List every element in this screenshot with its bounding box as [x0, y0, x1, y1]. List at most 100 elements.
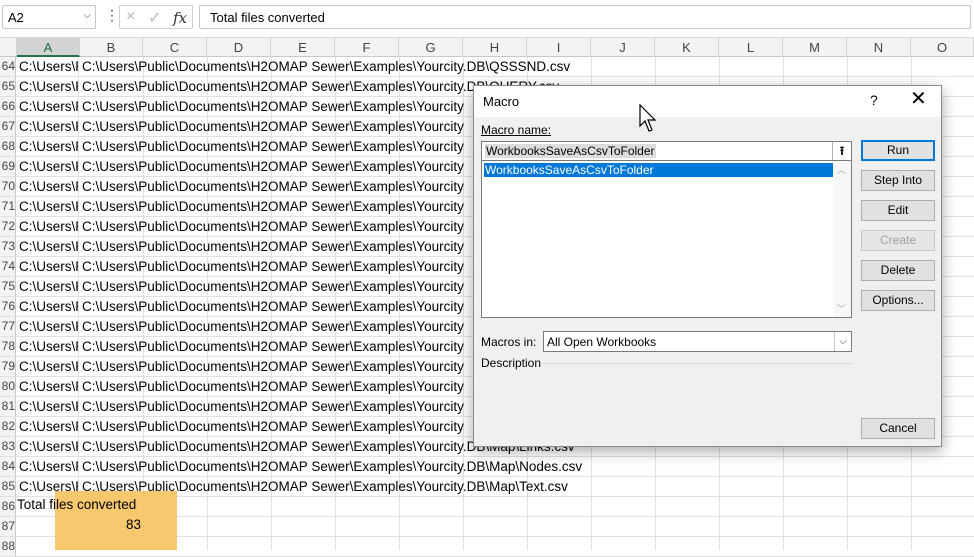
macros-in-value: All Open Workbooks — [547, 335, 657, 349]
cell-a[interactable]: C:\Users\Public\Documents — [17, 377, 79, 396]
row-header[interactable]: 66 — [0, 97, 16, 116]
list-item[interactable]: WorkbooksSaveAsCsvToFolder — [484, 163, 833, 177]
row-header[interactable]: 83 — [0, 437, 16, 456]
macros-in-select[interactable]: All Open Workbooks ⌵ — [543, 331, 852, 352]
close-icon[interactable]: ✕ — [910, 89, 927, 109]
cell-a[interactable]: C:\Users\Public\Documents — [17, 237, 79, 256]
column-header-j[interactable]: J — [591, 38, 655, 57]
chevron-down-icon[interactable]: ⌵ — [83, 10, 91, 21]
row-header[interactable]: 79 — [0, 357, 16, 376]
column-header-h[interactable]: H — [463, 38, 527, 57]
column-header-l[interactable]: L — [719, 38, 783, 57]
insert-function-icon[interactable]: fx — [173, 9, 187, 27]
cell-a[interactable]: C:\Users\Public\Documents — [17, 357, 79, 376]
cell-a[interactable]: C:\Users\Public\Documents — [17, 337, 79, 356]
confirm-icon[interactable]: ✓ — [148, 8, 161, 28]
cell-a[interactable]: C:\Users\Public\Documents — [17, 177, 79, 196]
row-header[interactable]: 69 — [0, 157, 16, 176]
name-box[interactable]: A2 ⌵ — [2, 5, 96, 29]
cell-a[interactable]: C:\Users\Public\Documents — [17, 57, 79, 76]
row-header[interactable]: 80 — [0, 377, 16, 396]
column-header-m[interactable]: M — [783, 38, 847, 57]
row-header[interactable]: 88 — [0, 537, 16, 556]
cell-a[interactable]: C:\Users\Public\Documents — [17, 117, 79, 136]
total-files-value-cell[interactable]: 83 — [80, 517, 141, 532]
cell-a[interactable]: C:\Users\Public\Documents — [17, 197, 79, 216]
collapse-arrow-icon[interactable]: ⭱ — [832, 142, 851, 160]
step-into-button[interactable]: Step Into — [861, 170, 935, 191]
cell-a[interactable]: C:\Users\Public\Documents — [17, 97, 79, 116]
chevron-down-icon[interactable]: ⌵ — [834, 332, 851, 351]
formula-input[interactable]: Total files converted — [199, 5, 971, 29]
column-header-n[interactable]: N — [847, 38, 911, 57]
macro-name-input[interactable]: WorkbooksSaveAsCsvToFolder ⭱ — [481, 141, 852, 161]
scroll-up-icon[interactable]: ︿ — [837, 163, 846, 176]
delete-button[interactable]: Delete — [861, 260, 935, 281]
column-header-f[interactable]: F — [335, 38, 399, 57]
row-header[interactable]: 64 — [0, 57, 16, 76]
cancel-button[interactable]: Cancel — [861, 418, 935, 439]
options-button[interactable]: Options... — [861, 290, 935, 311]
row-header[interactable]: 76 — [0, 297, 16, 316]
column-header-g[interactable]: G — [399, 38, 463, 57]
macro-name-label: Macro name: — [481, 123, 551, 137]
cell-b[interactable]: C:\Users\Public\Documents\H2OMAP Sewer\E… — [80, 457, 974, 476]
row-header[interactable]: 68 — [0, 137, 16, 156]
column-header-k[interactable]: K — [655, 38, 719, 57]
cell-a[interactable]: C:\Users\Public\Documents — [17, 437, 79, 456]
row-header[interactable]: 65 — [0, 77, 16, 96]
cell-a[interactable]: C:\Users\Public\Documents — [17, 397, 79, 416]
row-header[interactable]: 74 — [0, 257, 16, 276]
row-header[interactable]: 77 — [0, 317, 16, 336]
cell-a[interactable]: C:\Users\Public\Documents — [17, 257, 79, 276]
macro-list[interactable]: WorkbooksSaveAsCsvToFolder ︿ ﹀ — [481, 160, 852, 318]
formula-bar-buttons: × ✓ fx — [119, 5, 193, 29]
row-header[interactable]: 85 — [0, 477, 16, 496]
cell-b[interactable]: C:\Users\Public\Documents\H2OMAP Sewer\E… — [80, 57, 974, 76]
cell-a[interactable]: C:\Users\Public\Documents — [17, 277, 79, 296]
column-header-o[interactable]: O — [911, 38, 974, 57]
cell-a[interactable]: C:\Users\Public\Documents — [17, 297, 79, 316]
row-header[interactable]: 86 — [0, 497, 16, 516]
run-button[interactable]: Run — [861, 140, 935, 161]
cell-a[interactable]: C:\Users\Public\Documents — [17, 457, 79, 476]
edit-button[interactable]: Edit — [861, 200, 935, 221]
row-header[interactable]: 71 — [0, 197, 16, 216]
row-header[interactable]: 70 — [0, 177, 16, 196]
column-header-c[interactable]: C — [143, 38, 207, 57]
scroll-down-icon[interactable]: ﹀ — [837, 302, 846, 315]
more-options-icon[interactable]: ⋮ — [105, 7, 119, 24]
column-header-e[interactable]: E — [271, 38, 335, 57]
column-header-i[interactable]: I — [527, 38, 591, 57]
cell-a[interactable]: C:\Users\Public\Documents — [17, 417, 79, 436]
cell-a[interactable]: C:\Users\Public\Documents — [17, 217, 79, 236]
row-header[interactable]: 67 — [0, 117, 16, 136]
list-scrollbar[interactable]: ︿ ﹀ — [834, 161, 851, 317]
row-header[interactable]: 73 — [0, 237, 16, 256]
cell-b[interactable]: C:\Users\Public\Documents\H2OMAP Sewer\E… — [80, 477, 974, 496]
create-button: Create — [861, 230, 935, 251]
help-button[interactable]: ? — [870, 92, 878, 108]
step-into-button-label: Step Into — [873, 173, 923, 187]
cell-a[interactable]: C:\Users\Public\Documents — [17, 137, 79, 156]
total-files-label-cell[interactable]: Total files converted — [17, 497, 136, 512]
row-header[interactable]: 81 — [0, 397, 16, 416]
row-header[interactable]: 75 — [0, 277, 16, 296]
cell-a[interactable]: C:\Users\Public\Documents — [17, 157, 79, 176]
macros-in-label: Macros in: — [481, 335, 537, 349]
column-header-b[interactable]: B — [80, 38, 143, 57]
row-header[interactable]: 78 — [0, 337, 16, 356]
macro-dialog: Macro ? ✕ Macro name: WorkbooksSaveAsCsv… — [473, 85, 942, 447]
cell-a[interactable]: C:\Users\Public\Documents — [17, 317, 79, 336]
select-all-corner[interactable] — [0, 38, 17, 57]
dialog-title-bar[interactable]: Macro ? ✕ — [474, 86, 941, 117]
column-header-a[interactable]: A — [17, 38, 80, 57]
row-header[interactable]: 72 — [0, 217, 16, 236]
row-header[interactable]: 87 — [0, 517, 16, 536]
cell-a[interactable]: C:\Users\Public\Documents — [17, 77, 79, 96]
row-header[interactable]: 84 — [0, 457, 16, 476]
cancel-button-label: Cancel — [879, 421, 917, 435]
column-header-d[interactable]: D — [207, 38, 271, 57]
row-header[interactable]: 82 — [0, 417, 16, 436]
cancel-icon[interactable]: × — [126, 8, 135, 26]
